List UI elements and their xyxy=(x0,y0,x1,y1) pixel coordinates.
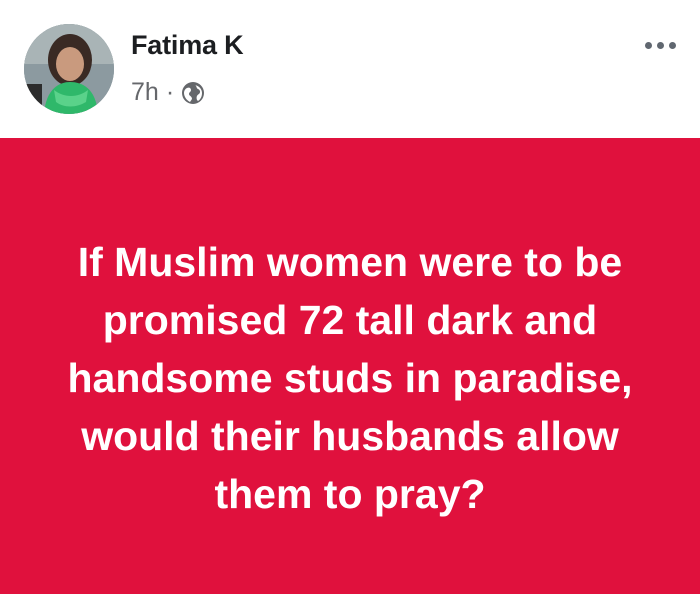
post-text: If Muslim women were to be promised 72 t… xyxy=(67,239,633,517)
avatar[interactable] xyxy=(24,24,114,114)
post-background: If Muslim women were to be promised 72 t… xyxy=(0,138,700,594)
dot-icon xyxy=(669,42,676,49)
more-options-button[interactable] xyxy=(641,36,680,55)
post-header: Fatima K 7h · xyxy=(0,0,700,138)
author-name[interactable]: Fatima K xyxy=(131,30,244,61)
post-meta: 7h · xyxy=(131,78,205,107)
avatar-photo xyxy=(24,24,114,114)
dot-icon xyxy=(645,42,652,49)
meta-separator: · xyxy=(165,78,175,106)
globe-icon[interactable] xyxy=(181,81,205,105)
dot-icon xyxy=(657,42,664,49)
post-time[interactable]: 7h xyxy=(131,78,159,107)
